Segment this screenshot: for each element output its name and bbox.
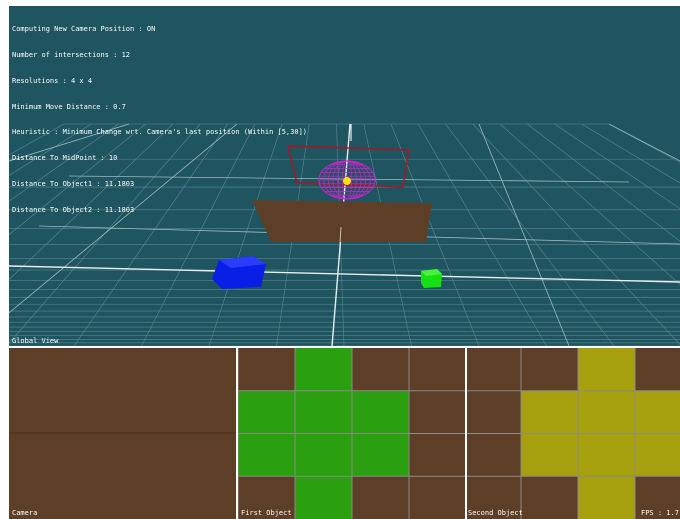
- green-cube: [421, 269, 442, 288]
- first-object-cell: [238, 433, 295, 477]
- first-object-cell: [352, 348, 409, 391]
- first-object-cell: [409, 476, 465, 519]
- grid-line: [554, 123, 680, 209]
- hud-line: Distance To Object2 : 11.1803: [12, 205, 135, 214]
- second-object-cell: [467, 433, 521, 477]
- first-object-cell: [238, 390, 295, 434]
- global-view-label: Global View: [12, 337, 59, 345]
- second-object-view-panel[interactable]: Second Object FPS : 1.7: [467, 348, 680, 519]
- hud-line: Resolutions : 4 x 4: [12, 76, 93, 85]
- camera-view-panel[interactable]: Camera: [9, 348, 236, 519]
- second-object-cell: [467, 348, 521, 391]
- first-object-view-panel[interactable]: First Object: [238, 348, 465, 519]
- hud-line: Minimum Move Distance : 0.7: [12, 102, 126, 111]
- first-object-cell: [295, 476, 352, 519]
- second-object-cell: [635, 348, 680, 391]
- second-object-label: Second Object: [468, 509, 523, 517]
- grid-line: [417, 123, 547, 346]
- viewport-strip: Camera First Object Second Object FPS : …: [9, 348, 680, 519]
- first-object-cell: [352, 433, 409, 477]
- first-object-grid: [238, 348, 465, 519]
- global-view-panel[interactable]: Computing New Camera Position : ON Numbe…: [9, 6, 680, 346]
- first-object-cell: [352, 476, 409, 519]
- application-window: Computing New Camera Position : ON Numbe…: [9, 6, 680, 519]
- camera-view-label: Camera: [12, 509, 38, 517]
- second-object-cell: [521, 433, 578, 477]
- grid-line: [445, 123, 615, 346]
- hud-info: Computing New Camera Position : ON Numbe…: [12, 8, 307, 231]
- yellow-target-point: [343, 177, 351, 185]
- second-object-grid: [467, 348, 680, 519]
- first-object-cell: [409, 348, 465, 391]
- first-object-cell: [352, 390, 409, 434]
- camera-view-canvas: [9, 348, 236, 519]
- second-object-cell: [467, 390, 521, 434]
- second-object-cell: [578, 433, 635, 477]
- second-object-cell: [521, 348, 578, 391]
- fps-counter: FPS : 1.7: [641, 509, 679, 517]
- first-object-cell: [295, 390, 352, 434]
- first-object-label: First Object: [241, 509, 292, 517]
- blue-cube: [212, 256, 266, 289]
- hud-line: Distance To MidPoint : 10: [12, 154, 118, 163]
- first-object-cell: [295, 348, 352, 391]
- grid-line: [472, 123, 680, 345]
- hud-line: Distance To Object1 : 11.1803: [12, 179, 135, 188]
- first-object-cell: [409, 390, 465, 434]
- second-object-cell: [635, 390, 680, 434]
- grid-major-line: [478, 123, 570, 346]
- second-object-cell: [578, 390, 635, 434]
- second-object-cell: [521, 476, 578, 519]
- hud-line: Computing New Camera Position : ON: [12, 25, 156, 34]
- hud-line: Number of intersections : 12: [12, 50, 131, 59]
- grid-x-axis: [9, 265, 680, 283]
- second-object-cell: [578, 476, 635, 519]
- grid-line: [608, 123, 680, 163]
- first-object-cell: [409, 433, 465, 477]
- hud-line: Heuristic : Minimum Change wrt. Camera's…: [12, 128, 308, 137]
- first-object-cell: [295, 433, 352, 477]
- second-object-cell: [635, 433, 680, 477]
- grid-line: [581, 123, 680, 184]
- second-object-cell: [521, 390, 578, 434]
- second-object-cell: [578, 348, 635, 391]
- first-object-cell: [238, 348, 295, 391]
